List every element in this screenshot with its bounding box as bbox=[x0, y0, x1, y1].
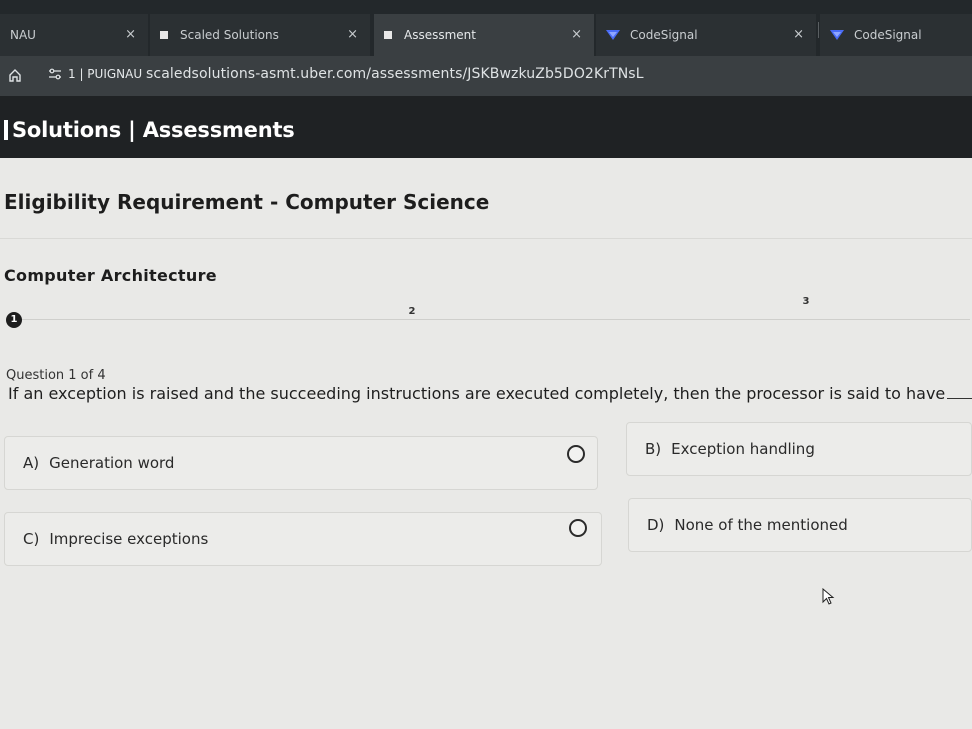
page-header-title: Solutions | Assessments bbox=[12, 118, 295, 142]
option-b[interactable]: B) Exception handling bbox=[626, 422, 972, 476]
site-settings-icon bbox=[49, 68, 61, 80]
stepper-track bbox=[20, 319, 970, 320]
page-header: Solutions | Assessments bbox=[0, 96, 972, 158]
codesignal-favicon-icon bbox=[830, 30, 844, 40]
answer-blank bbox=[947, 398, 972, 399]
option-d[interactable]: D) None of the mentioned bbox=[628, 498, 972, 552]
option-text: Generation word bbox=[49, 454, 175, 472]
tab-label: Scaled Solutions bbox=[180, 28, 279, 42]
option-letter: A) bbox=[23, 454, 40, 472]
option-a-radio[interactable] bbox=[567, 445, 585, 463]
site-info-chip[interactable]: 1 | PUIGNAU bbox=[48, 67, 142, 81]
mouse-cursor-icon bbox=[822, 588, 835, 605]
tab-assessment[interactable]: Assessment × bbox=[374, 14, 594, 56]
address-bar: 1 | PUIGNAU scaledsolutions-asmt.uber.co… bbox=[0, 56, 972, 96]
stepper-step-2[interactable]: 2 bbox=[404, 304, 420, 320]
scaled-solutions-favicon-icon bbox=[160, 31, 168, 39]
question-text: If an exception is raised and the succee… bbox=[8, 384, 972, 403]
tab-label: NAU bbox=[10, 28, 36, 42]
url-field[interactable]: scaledsolutions-asmt.uber.com/assessment… bbox=[146, 66, 644, 82]
tab-scaled-solutions[interactable]: Scaled Solutions × bbox=[150, 14, 370, 56]
option-text: None of the mentioned bbox=[674, 516, 848, 534]
site-chip-label: 1 | PUIGNAU bbox=[68, 67, 143, 81]
option-c[interactable]: C) Imprecise exceptions bbox=[4, 512, 602, 566]
page-title: Eligibility Requirement - Computer Scien… bbox=[4, 190, 490, 214]
assessment-favicon-icon bbox=[384, 31, 392, 39]
header-logo-mark bbox=[4, 120, 8, 140]
tab-label: Assessment bbox=[404, 28, 476, 42]
option-text: Imprecise exceptions bbox=[49, 530, 209, 548]
question-stepper: 1 2 3 bbox=[0, 296, 972, 340]
tab-close-icon[interactable]: × bbox=[125, 27, 136, 42]
option-letter: C) bbox=[23, 530, 40, 548]
question-counter: Question 1 of 4 bbox=[6, 368, 106, 383]
tab-label: CodeSignal bbox=[630, 28, 698, 42]
browser-tab-bar: NAU × Scaled Solutions × Assessment × Co… bbox=[0, 0, 972, 56]
divider bbox=[0, 238, 972, 239]
tab-nau[interactable]: NAU × bbox=[0, 14, 148, 56]
tab-close-icon[interactable]: × bbox=[793, 27, 804, 42]
stepper-step-3[interactable]: 3 bbox=[798, 294, 814, 310]
tab-close-icon[interactable]: × bbox=[571, 27, 582, 42]
subsection-title: Computer Architecture bbox=[4, 266, 217, 285]
option-text: Exception handling bbox=[671, 440, 815, 458]
option-letter: D) bbox=[647, 516, 665, 534]
codesignal-favicon-icon bbox=[606, 30, 620, 40]
question-text-body: If an exception is raised and the succee… bbox=[8, 384, 946, 403]
tab-codesignal[interactable]: CodeSignal × bbox=[596, 14, 816, 56]
option-c-radio[interactable] bbox=[569, 519, 587, 537]
option-a[interactable]: A) Generation word bbox=[4, 436, 598, 490]
home-icon[interactable] bbox=[8, 68, 22, 82]
tab-label: CodeSignal bbox=[854, 28, 922, 42]
option-letter: B) bbox=[645, 440, 662, 458]
tab-separator bbox=[818, 22, 819, 38]
stepper-step-1[interactable]: 1 bbox=[6, 312, 22, 328]
tab-codesignal-2[interactable]: CodeSignal bbox=[820, 14, 972, 56]
tab-close-icon[interactable]: × bbox=[347, 27, 358, 42]
